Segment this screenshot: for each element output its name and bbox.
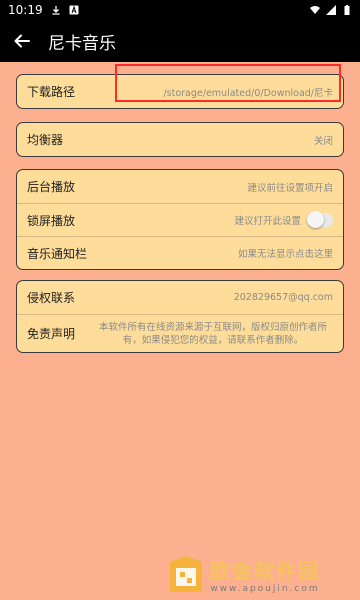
background-play-value: 建议前往设置项开启 [247, 182, 333, 194]
notification-value: 如果无法显示点击这里 [237, 249, 333, 260]
playback-card: 后台播放 建议前往设置项开启 锁屏播放 建议打开此设置 音乐通知栏 如果无法显示… [16, 169, 344, 270]
watermark: 欧金软件园 www.apoujin.com [168, 548, 358, 600]
battery-icon [344, 5, 350, 15]
app-bar: 尼卡音乐 [0, 20, 360, 62]
page-title: 尼卡音乐 [48, 33, 116, 54]
download-path-label: 下载路径 [27, 85, 76, 99]
equalizer-label: 均衡器 [27, 133, 64, 147]
notification-row[interactable]: 音乐通知栏 如果无法显示点击这里 [17, 236, 343, 269]
back-button[interactable] [0, 20, 44, 62]
toggle-knob [307, 211, 324, 228]
copyright-label: 侵权联系 [27, 291, 76, 305]
status-bar: 10:19 [0, 0, 360, 20]
about-card: 侵权联系 202829657@qq.com 免责声明 本软件所有在线资源来源于互… [16, 280, 344, 353]
lockscreen-play-label: 锁屏播放 [27, 213, 76, 228]
copyright-row[interactable]: 侵权联系 202829657@qq.com [17, 281, 343, 314]
signal-icon [326, 5, 336, 15]
notification-label: 音乐通知栏 [27, 246, 88, 261]
watermark-url: www.apoujin.com [210, 583, 320, 594]
disclaimer-line-1: 本软件所有在线资源来源于互联网，版权归原创作者所 [98, 321, 327, 333]
background-play-row[interactable]: 后台播放 建议前往设置项开启 [17, 170, 343, 203]
highlight-box [115, 64, 341, 102]
wifi-icon [310, 6, 320, 14]
lockscreen-play-value: 建议打开此设置 [234, 216, 301, 227]
background-play-label: 后台播放 [27, 180, 76, 194]
equalizer-card: 均衡器 关闭 [16, 122, 344, 157]
disclaimer-label: 免责声明 [27, 327, 76, 341]
download-icon [52, 6, 60, 15]
lockscreen-play-row[interactable]: 锁屏播放 建议打开此设置 [17, 203, 343, 236]
disclaimer-line-2: 有，如果侵犯您的权益，请联系作者删除。 [122, 334, 304, 346]
disclaimer-row[interactable]: 免责声明 本软件所有在线资源来源于互联网，版权归原创作者所 有，如果侵犯您的权益… [17, 314, 343, 352]
watermark-title: 欧金软件园 [210, 558, 320, 583]
disclaimer-text: 本软件所有在线资源来源于互联网，版权归原创作者所 有，如果侵犯您的权益，请联系作… [93, 321, 333, 347]
arrow-left-icon [14, 34, 30, 48]
equalizer-value: 关闭 [313, 135, 333, 147]
lockscreen-toggle[interactable] [307, 211, 333, 228]
equalizer-row[interactable]: 均衡器 关闭 [17, 123, 343, 156]
status-time: 10:19 [8, 3, 43, 17]
watermark-logo-icon [170, 556, 202, 592]
copyright-value: 202829657@qq.com [233, 292, 333, 303]
notification-a-icon [69, 5, 79, 15]
